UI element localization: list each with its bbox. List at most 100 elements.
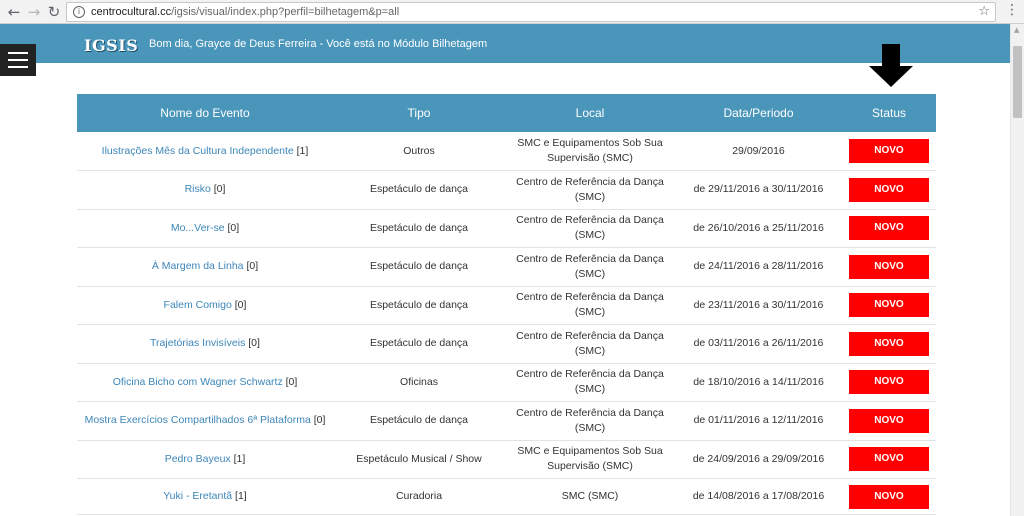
event-status-cell: NOVO (842, 247, 936, 287)
event-count: [0] (213, 183, 226, 196)
event-date: de 23/11/2016 a 30/11/2016 (675, 286, 842, 325)
event-location: Centro de Referência da Dança (SMC) (505, 363, 675, 402)
logo[interactable]: IGSIS (84, 36, 138, 55)
event-count: [0] (227, 221, 240, 234)
events-table-container: Nome do Evento Tipo Local Data/Periodo S… (77, 94, 936, 515)
event-link[interactable]: Mo...Ver-se (171, 222, 225, 234)
event-date: de 03/11/2016 a 26/11/2016 (675, 324, 842, 364)
event-type: Espetáculo de dança (333, 247, 505, 287)
event-date: de 14/08/2016 a 17/08/2016 (675, 478, 842, 515)
reload-icon[interactable]: ↻ (44, 2, 64, 22)
info-icon[interactable]: i (73, 6, 85, 18)
event-location: Centro de Referência da Dança (SMC) (505, 209, 675, 248)
event-type: Oficinas (333, 363, 505, 402)
app-header: IGSIS Bom dia, Grayce de Deus Ferreira -… (0, 24, 1010, 63)
column-header-nome[interactable]: Nome do Evento (77, 94, 333, 132)
event-count: [0] (313, 414, 326, 427)
table-row: Yuki - Eretantã [1] Curadoria SMC (SMC) … (77, 478, 936, 515)
event-date: de 01/11/2016 a 12/11/2016 (675, 401, 842, 441)
event-link[interactable]: Falem Comigo (164, 299, 232, 311)
table-row: Oficina Bicho com Wagner Schwartz [0] Of… (77, 363, 936, 402)
table-row: Mo...Ver-se [0] Espetáculo de dança Cent… (77, 209, 936, 248)
column-header-data[interactable]: Data/Periodo (675, 94, 842, 132)
back-icon[interactable]: ← (4, 2, 24, 22)
event-status-cell: NOVO (842, 363, 936, 402)
status-badge[interactable]: NOVO (849, 484, 929, 509)
event-type: Outros (333, 132, 505, 171)
url-text[interactable]: centrocultural.cc/igsis/visual/index.php… (91, 6, 399, 18)
status-badge[interactable]: NOVO (849, 216, 929, 241)
event-count: [1] (233, 452, 246, 465)
event-date: de 29/11/2016 a 30/11/2016 (675, 170, 842, 210)
table-row: Pedro Bayeux [1] Espetáculo Musical / Sh… (77, 440, 936, 479)
scroll-up-icon[interactable]: ▲ (1014, 26, 1019, 34)
event-name-cell: Risko [0] (77, 170, 333, 210)
event-type: Espetáculo de dança (333, 170, 505, 210)
event-date: de 24/11/2016 a 28/11/2016 (675, 247, 842, 287)
event-link[interactable]: Ilustrações Mês da Cultura Independente (102, 145, 294, 157)
status-badge[interactable]: NOVO (849, 447, 929, 472)
menu-icon-bar (8, 66, 28, 68)
column-header-tipo[interactable]: Tipo (333, 94, 505, 132)
table-row: Mostra Exercícios Compartilhados 6ª Plat… (77, 401, 936, 441)
event-name-cell: Trajetórias Invisíveis [0] (77, 324, 333, 364)
event-status-cell: NOVO (842, 286, 936, 325)
event-count: [1] (296, 144, 309, 157)
browser-toolbar: ← → ↻ i centrocultural.cc/igsis/visual/i… (0, 0, 1024, 24)
status-badge[interactable]: NOVO (849, 370, 929, 395)
table-row: Falem Comigo [0] Espetáculo de dança Cen… (77, 286, 936, 325)
event-link[interactable]: Pedro Bayeux (165, 453, 231, 465)
event-link[interactable]: Mostra Exercícios Compartilhados 6ª Plat… (85, 414, 311, 426)
forward-icon[interactable]: → (24, 2, 44, 22)
event-name-cell: Falem Comigo [0] (77, 286, 333, 325)
event-link[interactable]: Risko (185, 183, 211, 195)
event-status-cell: NOVO (842, 209, 936, 248)
column-header-local[interactable]: Local (505, 94, 675, 132)
event-location: SMC (SMC) (505, 478, 675, 515)
event-date: de 18/10/2016 a 14/11/2016 (675, 363, 842, 402)
event-location: Centro de Referência da Dança (SMC) (505, 247, 675, 287)
event-type: Curadoria (333, 478, 505, 515)
greeting-text: Bom dia, Grayce de Deus Ferreira - Você … (149, 38, 488, 50)
event-link[interactable]: À Margem da Linha (152, 260, 244, 272)
page-scrollbar[interactable]: ▲ (1010, 24, 1024, 516)
table-row: À Margem da Linha [0] Espetáculo de danç… (77, 247, 936, 287)
event-link[interactable]: Trajetórias Invisíveis (150, 337, 245, 349)
event-status-cell: NOVO (842, 440, 936, 479)
browser-menu-icon[interactable]: ⋮ (1005, 2, 1019, 22)
url-path: /igsis/visual/index.php?perfil=bilhetage… (171, 6, 400, 18)
event-link[interactable]: Oficina Bicho com Wagner Schwartz (113, 376, 283, 388)
menu-icon-bar (8, 59, 28, 61)
event-name-cell: Ilustrações Mês da Cultura Independente … (77, 132, 333, 171)
event-type: Espetáculo de dança (333, 209, 505, 248)
event-count: [0] (285, 375, 298, 388)
event-status-cell: NOVO (842, 324, 936, 364)
event-type: Espetáculo de dança (333, 401, 505, 441)
menu-icon-bar (8, 52, 28, 54)
status-badge[interactable]: NOVO (849, 293, 929, 318)
table-row: Ilustrações Mês da Cultura Independente … (77, 132, 936, 171)
events-table: Nome do Evento Tipo Local Data/Periodo S… (77, 94, 936, 515)
event-link[interactable]: Yuki - Eretantã (163, 490, 232, 502)
address-bar[interactable]: i centrocultural.cc/igsis/visual/index.p… (66, 2, 996, 22)
event-count: [0] (234, 298, 247, 311)
table-header-row: Nome do Evento Tipo Local Data/Periodo S… (77, 94, 936, 132)
status-badge[interactable]: NOVO (849, 408, 929, 433)
status-badge[interactable]: NOVO (849, 139, 929, 163)
event-location: Centro de Referência da Dança (SMC) (505, 170, 675, 210)
event-count: [1] (235, 490, 247, 502)
event-status-cell: NOVO (842, 401, 936, 441)
status-badge[interactable]: NOVO (849, 254, 929, 279)
event-status-cell: NOVO (842, 170, 936, 210)
event-location: SMC e Equipamentos Sob Sua Supervisão (S… (505, 440, 675, 479)
menu-icon[interactable] (0, 44, 36, 76)
column-header-status[interactable]: Status (842, 94, 936, 132)
status-badge[interactable]: NOVO (849, 331, 929, 356)
event-location: Centro de Referência da Dança (SMC) (505, 401, 675, 441)
status-badge[interactable]: NOVO (849, 177, 929, 202)
scrollbar-thumb[interactable] (1013, 46, 1022, 118)
event-date: de 24/09/2016 a 29/09/2016 (675, 440, 842, 479)
event-status-cell: NOVO (842, 132, 936, 171)
bookmark-star-icon[interactable]: ☆ (978, 4, 990, 19)
event-name-cell: Pedro Bayeux [1] (77, 440, 333, 479)
